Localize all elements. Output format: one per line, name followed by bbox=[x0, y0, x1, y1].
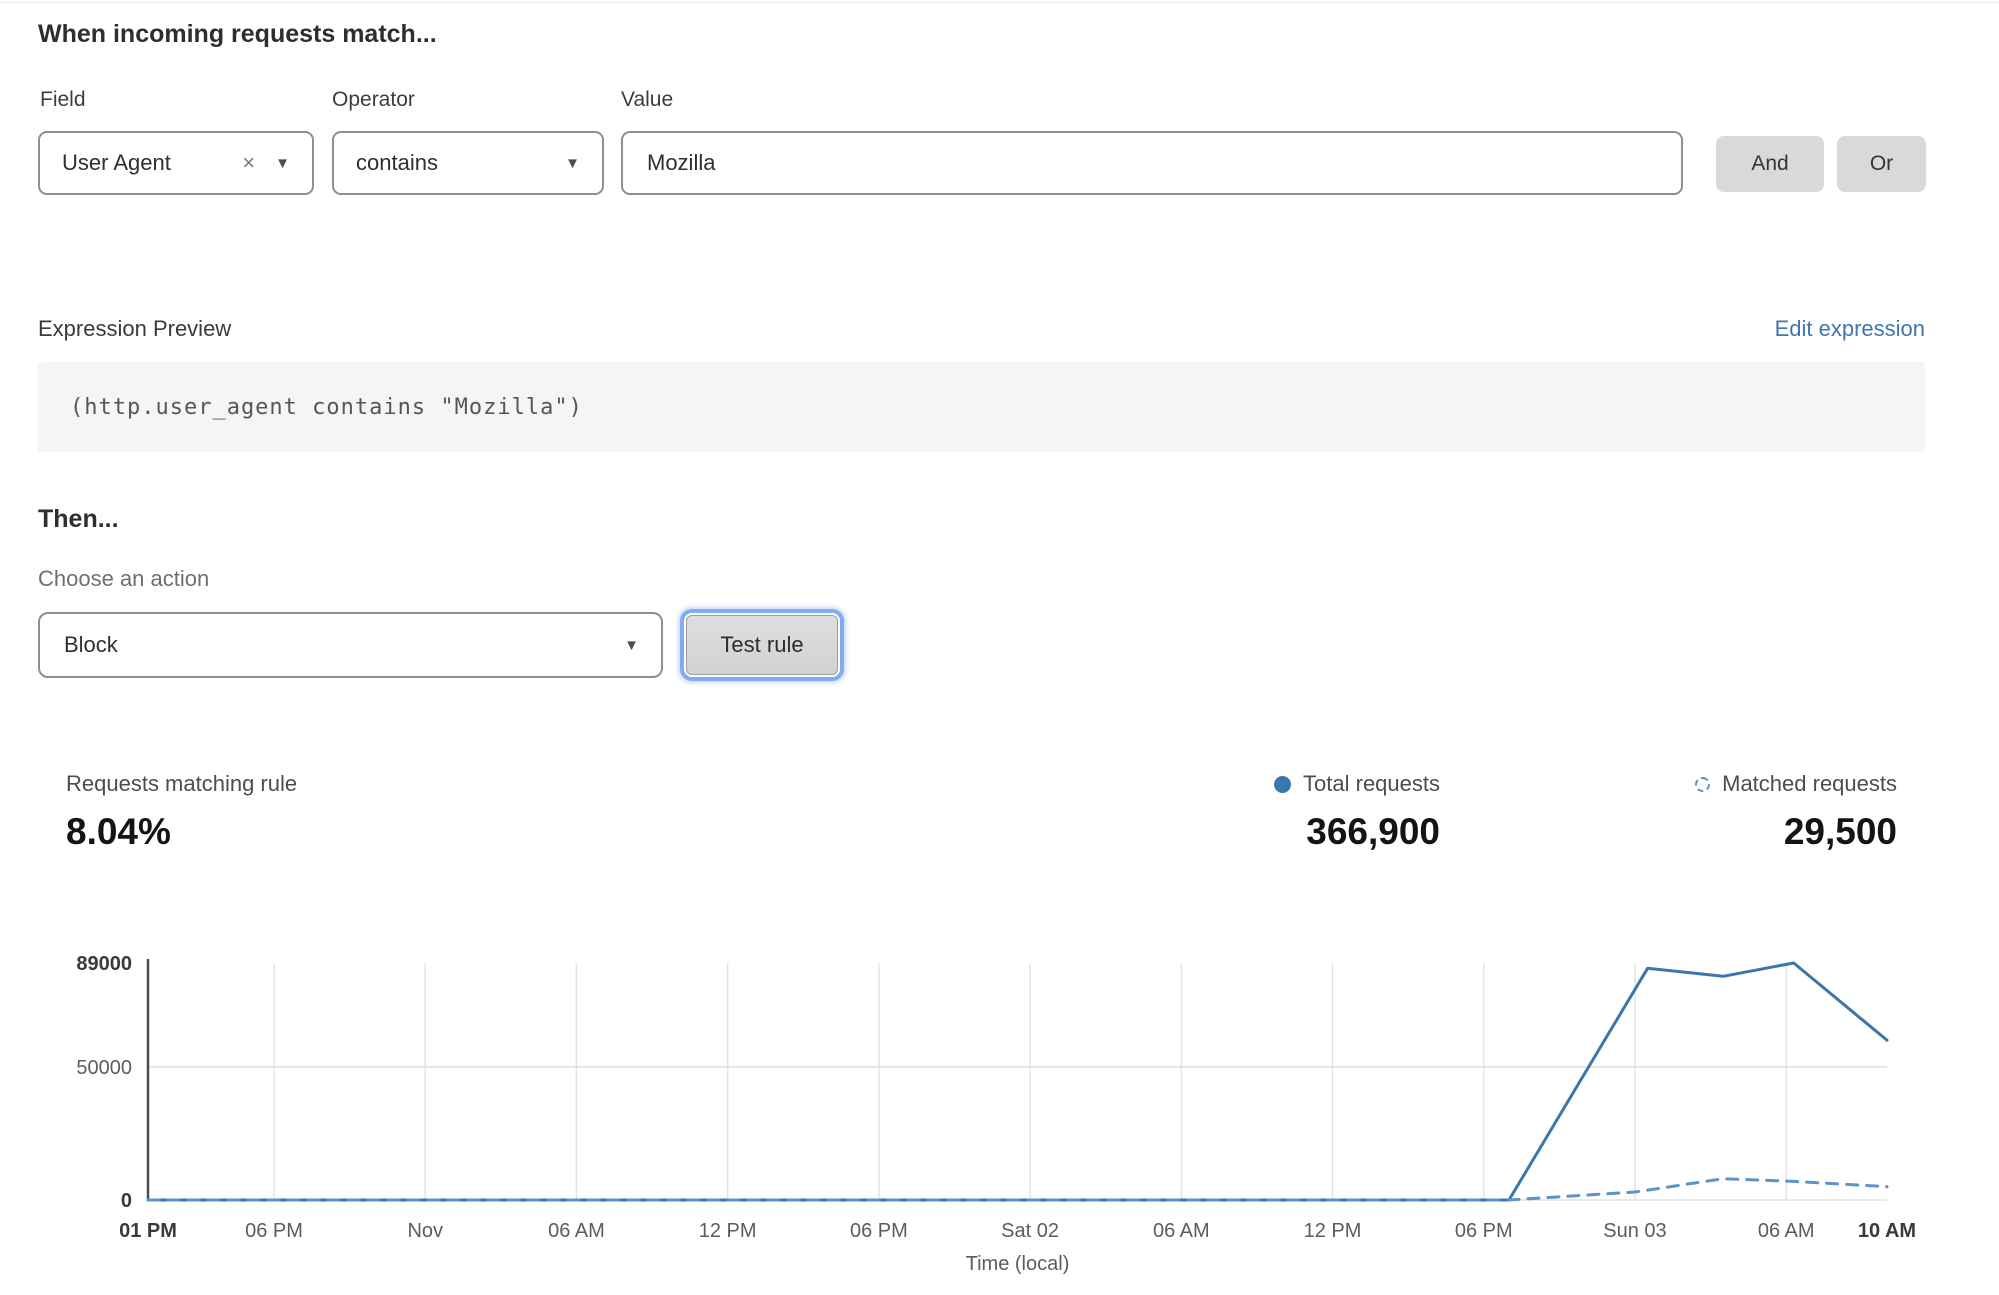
svg-text:06 AM: 06 AM bbox=[1153, 1220, 1210, 1242]
expression-code-box: (http.user_agent contains "Mozilla") bbox=[38, 362, 1925, 452]
matched-requests-value: 29,500 bbox=[1784, 811, 1897, 853]
total-requests-value: 366,900 bbox=[1306, 811, 1440, 853]
svg-text:06 AM: 06 AM bbox=[548, 1220, 605, 1242]
matched-requests-label: Matched requests bbox=[1722, 771, 1897, 797]
operator-label: Operator bbox=[332, 88, 415, 112]
svg-text:12 PM: 12 PM bbox=[1304, 1220, 1362, 1242]
matched-requests-legend-icon bbox=[1695, 777, 1710, 792]
and-button[interactable]: And bbox=[1716, 136, 1824, 192]
match-heading: When incoming requests match... bbox=[38, 20, 437, 49]
total-requests-stat: Total requests 366,900 bbox=[1274, 771, 1440, 853]
svg-text:01 PM: 01 PM bbox=[119, 1220, 177, 1242]
chevron-down-icon: ▼ bbox=[275, 156, 290, 171]
svg-text:06 AM: 06 AM bbox=[1758, 1220, 1815, 1242]
svg-text:0: 0 bbox=[121, 1190, 132, 1212]
test-rule-button[interactable]: Test rule bbox=[686, 615, 838, 675]
rule-builder-page: When incoming requests match... Field Op… bbox=[0, 0, 1999, 1295]
svg-text:50000: 50000 bbox=[76, 1057, 132, 1079]
svg-text:06 PM: 06 PM bbox=[850, 1220, 908, 1242]
chevron-down-icon: ▼ bbox=[624, 638, 639, 653]
matched-requests-stat: Matched requests 29,500 bbox=[1695, 771, 1897, 853]
requests-time-series-chart: 0 50000 89000 01 PM 06 PM Nov 06 AM 12 PM 06 PM S… bbox=[0, 930, 1999, 1295]
svg-text:06 PM: 06 PM bbox=[245, 1220, 303, 1242]
total-requests-legend-icon bbox=[1274, 776, 1291, 793]
choose-action-label: Choose an action bbox=[38, 566, 209, 592]
svg-text:06 PM: 06 PM bbox=[1455, 1220, 1513, 1242]
chevron-down-icon: ▼ bbox=[565, 156, 580, 171]
expression-preview-label: Expression Preview bbox=[38, 316, 231, 342]
action-select[interactable]: Block ▼ bbox=[38, 612, 663, 678]
svg-text:12 PM: 12 PM bbox=[699, 1220, 757, 1242]
value-input[interactable] bbox=[621, 131, 1683, 195]
action-select-value: Block bbox=[40, 632, 624, 658]
operator-select[interactable]: contains ▼ bbox=[332, 131, 604, 195]
requests-matching-label: Requests matching rule bbox=[66, 771, 297, 797]
value-label: Value bbox=[621, 88, 673, 112]
clear-field-icon[interactable]: × bbox=[242, 152, 255, 174]
field-select[interactable]: User Agent × ▼ bbox=[38, 131, 314, 195]
requests-matching-value: 8.04% bbox=[66, 811, 297, 853]
field-label: Field bbox=[40, 88, 86, 112]
requests-matching-stat: Requests matching rule 8.04% bbox=[66, 771, 297, 853]
svg-text:Nov: Nov bbox=[407, 1220, 443, 1242]
then-heading: Then... bbox=[38, 505, 119, 534]
svg-text:89000: 89000 bbox=[76, 953, 132, 975]
field-select-value: User Agent bbox=[40, 150, 242, 176]
or-button[interactable]: Or bbox=[1837, 136, 1926, 192]
svg-text:Sun 03: Sun 03 bbox=[1603, 1220, 1666, 1242]
operator-select-value: contains bbox=[334, 150, 565, 176]
svg-text:Sat 02: Sat 02 bbox=[1001, 1220, 1059, 1242]
total-requests-label: Total requests bbox=[1303, 771, 1440, 797]
expression-code: (http.user_agent contains "Mozilla") bbox=[38, 395, 583, 420]
svg-text:10 AM: 10 AM bbox=[1858, 1220, 1916, 1242]
edit-expression-link[interactable]: Edit expression bbox=[1775, 316, 1925, 342]
top-divider bbox=[0, 2, 1999, 3]
svg-text:Time (local): Time (local) bbox=[966, 1253, 1070, 1275]
